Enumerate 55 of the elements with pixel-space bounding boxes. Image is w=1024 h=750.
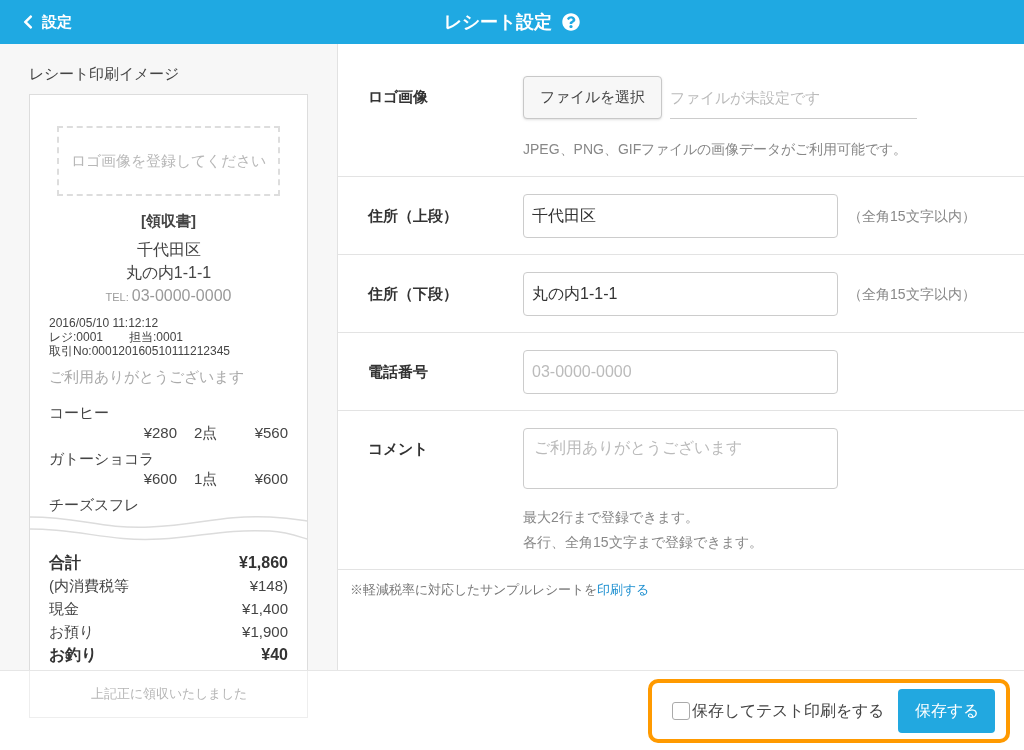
help-text: 各行、全角15文字まで登録できます。 (523, 533, 763, 552)
text-input-field[interactable]: 千代田区 (523, 194, 838, 238)
field-label: 電話番号 (368, 361, 429, 382)
length-hint: （全角15文字以内） (848, 284, 976, 304)
item-unit-price: ¥600 (143, 469, 177, 489)
total-value: ¥1,400 (242, 599, 288, 619)
length-hint: （全角15文字以内） (848, 206, 976, 226)
print-link[interactable]: 印刷する (597, 582, 649, 597)
item-name: ガトーショコラ (49, 449, 154, 469)
receipt-comment: ご利用ありがとうございます (49, 367, 244, 387)
field-label: ロゴ画像 (368, 87, 428, 108)
field-label: コメント (368, 439, 429, 459)
total-value: ¥40 (261, 645, 288, 665)
receipt-datetime: 2016/05/10 11:12:12 (49, 316, 159, 330)
receipt-address: 丸の内1-1-1 (125, 263, 212, 283)
register-number: レジ:0001 (49, 330, 105, 344)
total-label: お釣り (49, 645, 97, 665)
receipt-address: 千代田区 (136, 240, 201, 260)
preview-heading: レシート印刷イメージ (29, 64, 179, 84)
test-print-label[interactable]: 保存してテスト印刷をする (692, 698, 884, 723)
receipt-phone: 03-0000-0000 (131, 286, 232, 306)
total-value: ¥1,900 (242, 622, 288, 642)
item-quantity: 2点 (193, 423, 218, 443)
item-name: コーヒー (49, 403, 109, 423)
staff-number: 担当:0001 (129, 330, 184, 344)
help-text: JPEG、PNG、GIFファイルの画像データがご利用可能です。 (523, 140, 908, 159)
help-text: 最大2行まで登録できます。 (523, 508, 699, 527)
transaction-number: 取引No:000120160510111212345 (49, 344, 231, 358)
field-label: 住所（下段） (368, 283, 459, 304)
receipt-footer-note: 上記正に領収いたしました (90, 685, 247, 704)
item-quantity: 1点 (193, 469, 218, 489)
total-label: (内消費税等 (49, 576, 129, 596)
logo-placeholder-text: ロゴ画像を登録してください (71, 150, 266, 171)
text-input-field[interactable]: 03-0000-0000 (523, 350, 838, 394)
item-amount: ¥600 (254, 469, 288, 489)
total-value: ¥148) (249, 576, 288, 596)
total-label: お預り (49, 622, 94, 642)
tel-label: TEL: (105, 290, 129, 305)
total-value: ¥1,860 (239, 553, 288, 573)
comment-textarea[interactable]: ご利用ありがとうございます (523, 428, 838, 489)
choose-file-button[interactable]: ファイルを選択 (523, 76, 662, 119)
page-title: レシート設定 (444, 10, 552, 34)
chevron-left-icon (22, 14, 34, 30)
total-label: 合計 (49, 553, 81, 573)
item-unit-price: ¥280 (143, 423, 177, 443)
item-amount: ¥560 (254, 423, 288, 443)
field-label: 住所（上段） (368, 205, 459, 226)
test-print-checkbox[interactable] (672, 701, 690, 720)
sample-receipt-note: ※軽減税率に対応したサンプルレシートを印刷する (350, 581, 649, 599)
help-icon[interactable] (562, 13, 580, 31)
text-input-field[interactable]: 丸の内1-1-1 (523, 272, 838, 316)
item-name: チーズスフレ (49, 495, 139, 515)
total-label: 現金 (49, 599, 79, 619)
file-name-field[interactable]: ファイルが未設定です (670, 76, 917, 119)
receipt-title: [領収書] (141, 211, 196, 231)
